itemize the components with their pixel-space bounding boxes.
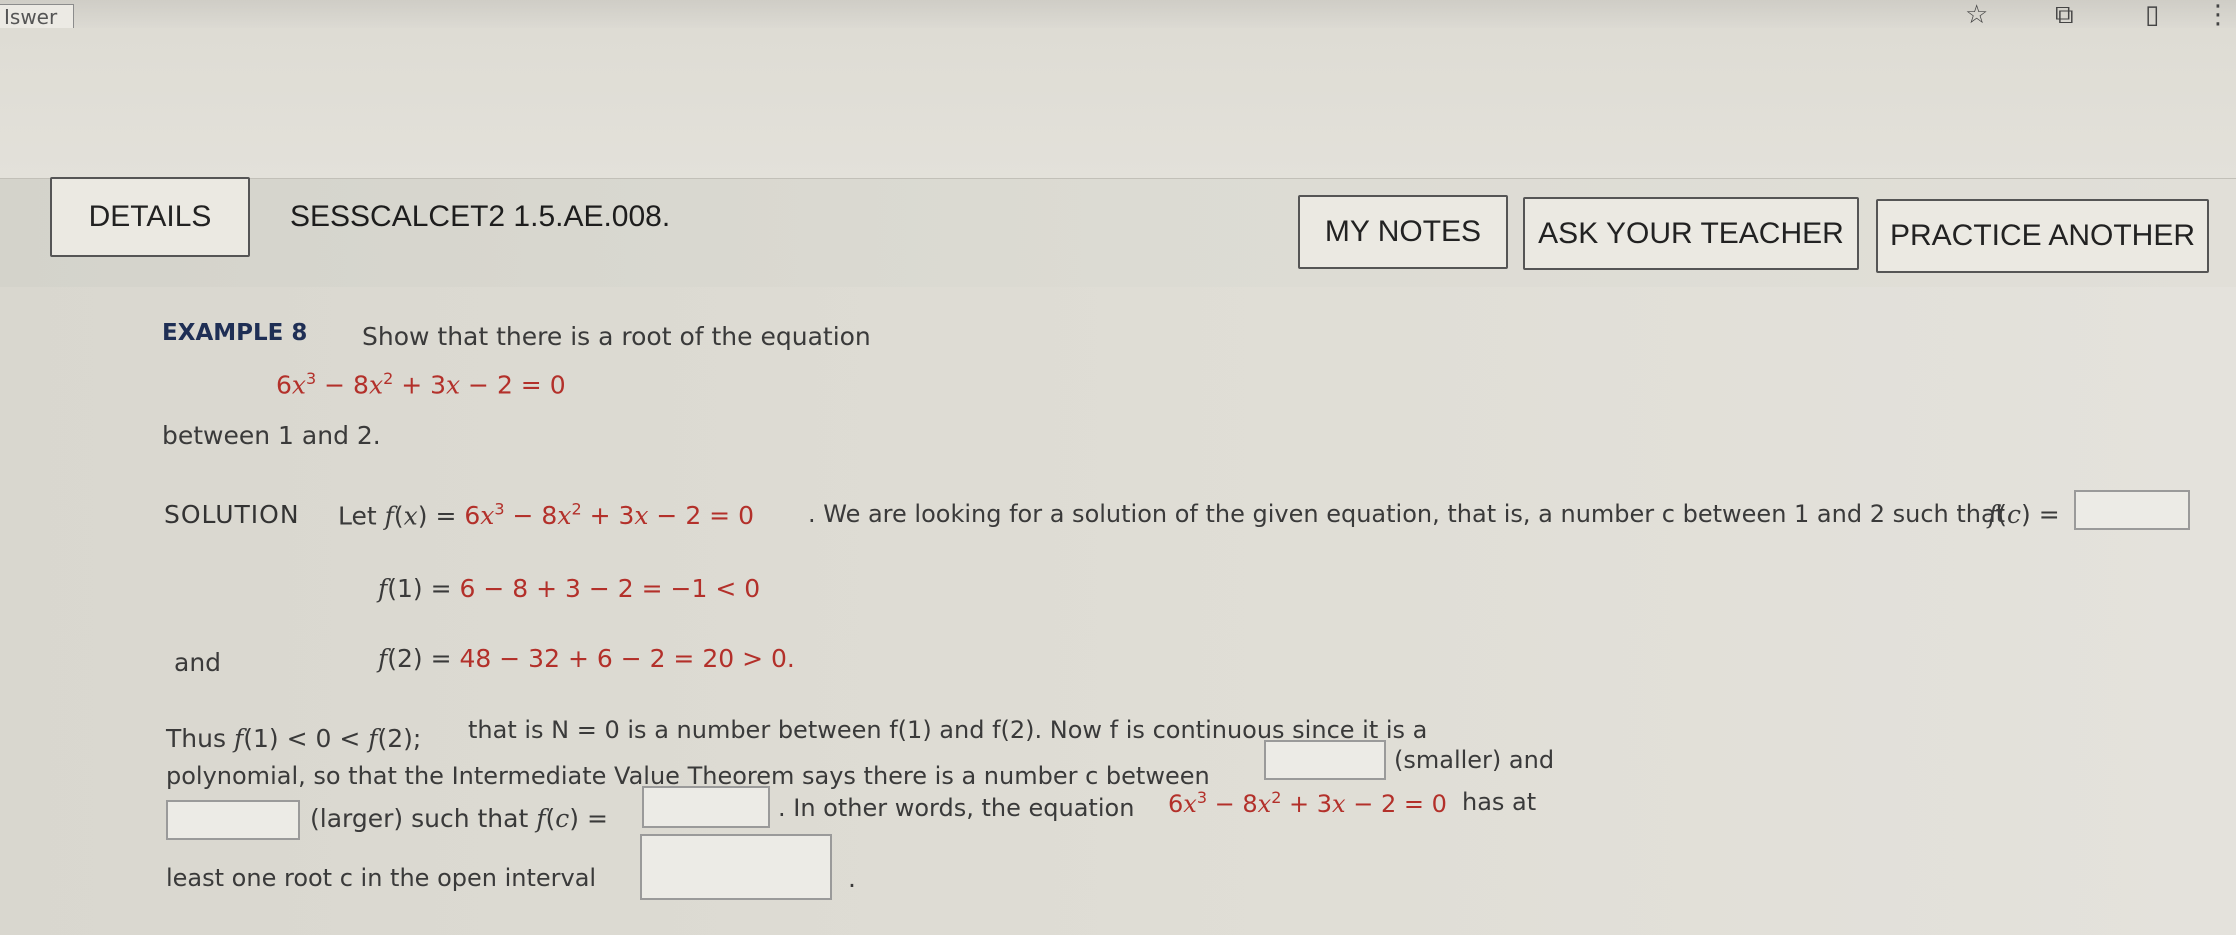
fc-label: f(c) = bbox=[1988, 500, 2060, 529]
details-button[interactable]: DETAILS bbox=[50, 177, 250, 257]
extension-icon[interactable]: ⧉ bbox=[2055, 0, 2074, 31]
other-words-text: . In other words, the equation bbox=[778, 794, 1135, 822]
interval-answer-box[interactable] bbox=[640, 834, 832, 900]
thus-line: Thus f(1) < 0 < f(2); bbox=[166, 724, 422, 753]
solution-label: SOLUTION bbox=[164, 500, 300, 529]
question-id: SESSCALCET2 1.5.AE.008. bbox=[290, 200, 671, 233]
smaller-answer-box[interactable] bbox=[1264, 740, 1386, 780]
kebab-menu-icon[interactable]: ⋮ bbox=[2205, 0, 2231, 30]
fc-answer-box[interactable] bbox=[2074, 490, 2190, 530]
solution-let-clause: Let f(x) = 6x3 − 8x2 + 3x − 2 = 0 bbox=[338, 500, 754, 531]
page-upper-area bbox=[0, 28, 2236, 178]
has-at-text: has at bbox=[1462, 788, 1537, 816]
larger-answer-box[interactable] bbox=[166, 800, 300, 840]
conclusion-line-4: least one root c in the open interval bbox=[166, 864, 597, 892]
practice-another-button[interactable]: PRACTICE ANOTHER bbox=[1876, 199, 2209, 273]
larger-text: (larger) such that bbox=[310, 804, 529, 833]
thus-word: Thus bbox=[166, 724, 226, 753]
browser-toolbar: Iswer ☆ ⧉ ▯ ⋮ bbox=[0, 0, 2236, 32]
my-notes-button[interactable]: MY NOTES bbox=[1298, 195, 1508, 269]
example-prompt: Show that there is a root of the equatio… bbox=[362, 322, 871, 351]
star-icon[interactable]: ☆ bbox=[1965, 0, 1988, 30]
sidebar-icon[interactable]: ▯ bbox=[2145, 0, 2159, 30]
ask-teacher-button[interactable]: ASK YOUR TEACHER bbox=[1523, 197, 1859, 270]
example-between: between 1 and 2. bbox=[162, 421, 381, 450]
conclusion-equation: 6x3 − 8x2 + 3x − 2 = 0 bbox=[1168, 788, 1447, 818]
f2-value: 48 − 32 + 6 − 2 = 20 > 0. bbox=[459, 644, 795, 673]
example-label: EXAMPLE 8 bbox=[162, 320, 308, 346]
interval-period: . bbox=[848, 864, 856, 893]
f1-value: 6 − 8 + 3 − 2 = −1 < 0 bbox=[459, 574, 761, 603]
fc-answer-box-2[interactable] bbox=[642, 786, 770, 828]
larger-label: (larger) such that f(c) = bbox=[310, 804, 608, 833]
and-label: and bbox=[174, 648, 222, 677]
example-equation: 6x3 − 8x2 + 3x − 2 = 0 bbox=[276, 369, 566, 400]
solution-sentence: . We are looking for a solution of the g… bbox=[808, 500, 2006, 528]
smaller-label: (smaller) and bbox=[1394, 746, 1555, 774]
f1-evaluation: f(1) = 6 − 8 + 3 − 2 = −1 < 0 bbox=[378, 574, 761, 603]
f2-evaluation: f(2) = 48 − 32 + 6 − 2 = 20 > 0. bbox=[378, 644, 795, 673]
